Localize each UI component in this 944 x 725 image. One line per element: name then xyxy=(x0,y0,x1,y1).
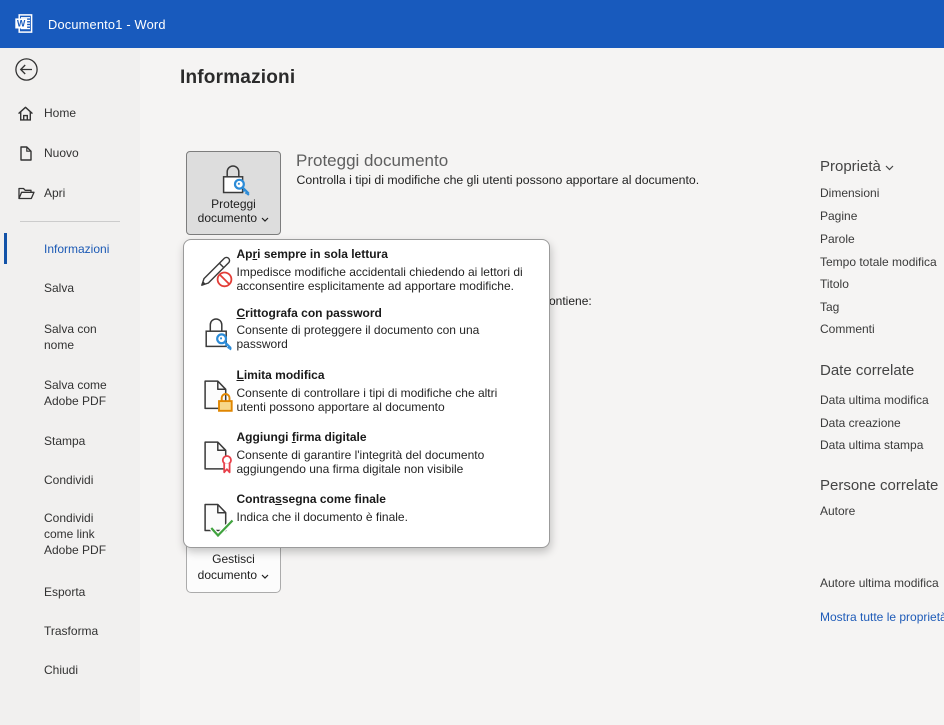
svg-text:W: W xyxy=(17,18,26,28)
